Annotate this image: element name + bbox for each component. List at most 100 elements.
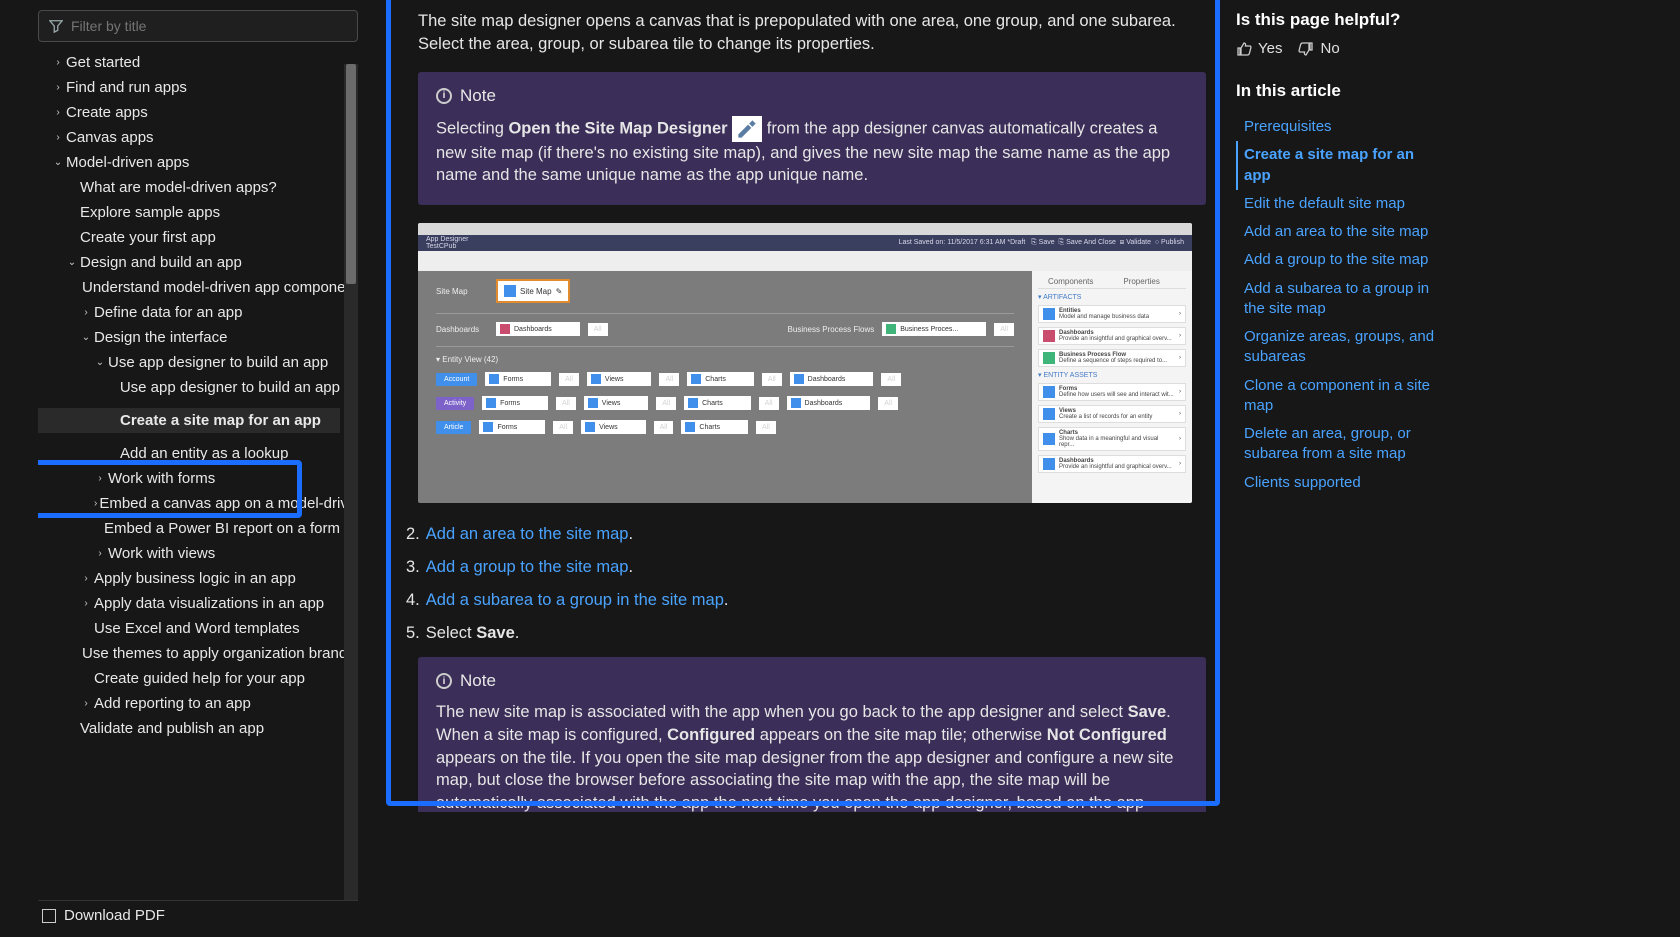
note-title: Note [460,86,496,106]
nav-item[interactable]: Explore sample apps [38,200,340,225]
nav-item[interactable]: ›Get started [38,50,340,75]
nav-item[interactable]: ⌄Model-driven apps [38,150,340,175]
nav-item-label: Canvas apps [66,129,154,146]
nav-item-label: Validate and publish an app [80,720,264,737]
nav-scrollbar[interactable] [344,64,358,900]
link-add-area[interactable]: Add an area to the site map [426,525,629,543]
nav-item[interactable]: ›Define data for an app [38,300,340,325]
toc-item[interactable]: Edit the default site map [1236,190,1436,218]
helpful-heading: Is this page helpful? [1236,10,1436,30]
nav-item[interactable]: ›Canvas apps [38,125,340,150]
note-box-2: i Note The new site map is associated wi… [418,657,1206,812]
toc-item[interactable]: Add a subarea to a group in the site map [1236,275,1436,324]
nav-item[interactable]: Validate and publish an app [38,716,340,741]
nav-item[interactable]: ⌄Design the interface [38,325,340,350]
note-header: i Note [436,86,1188,106]
chevron-icon: › [52,107,64,118]
nav-item-label: Design the interface [94,329,227,346]
nav-item[interactable]: ⌄Design and build an app [38,250,340,275]
nav-item-label: Get started [66,54,140,71]
nav-item[interactable]: Use Excel and Word templates [38,616,340,641]
thumbs-up-icon [1236,41,1252,57]
nav-item[interactable]: Use app designer to build an app [38,375,340,400]
toc-item[interactable]: Create a site map for an app [1236,141,1436,190]
download-pdf[interactable]: Download PDF [38,900,358,930]
nav-item[interactable]: Create guided help for your app [38,666,340,691]
nav-item[interactable]: ›Add reporting to an app [38,691,340,716]
nav-item-label: Use Excel and Word templates [94,620,300,637]
thumbs-down-icon [1298,41,1314,57]
nav-item[interactable] [38,433,340,441]
nav-item[interactable]: Embed a Power BI report on a form [38,516,340,541]
intro-paragraph: The site map designer opens a canvas tha… [418,10,1206,56]
chevron-icon: › [52,57,64,68]
nav-item[interactable]: Use themes to apply organization brandin… [38,641,340,666]
nav-item[interactable]: ›Embed a canvas app on a model-driven fo… [38,491,340,516]
nav-item-label: Embed a canvas app on a model-driven for… [99,495,358,512]
filter-icon [49,19,63,33]
nav-item[interactable] [38,400,340,408]
nav-item[interactable]: ⌄Use app designer to build an app [38,350,340,375]
toc-item[interactable]: Organize areas, groups, and subareas [1236,323,1436,372]
nav-item-label: Apply data visualizations in an app [94,595,324,612]
scrollbar-thumb[interactable] [346,64,356,284]
nav-item-label: Work with forms [108,470,215,487]
chevron-icon: ⌄ [80,332,92,343]
nav-item[interactable]: ›Apply business logic in an app [38,566,340,591]
nav-item[interactable]: ›Work with views [38,541,340,566]
nav-item-label: Create apps [66,104,148,121]
toc-item[interactable]: Prerequisites [1236,113,1436,141]
nav-item-label: Design and build an app [80,254,242,271]
chevron-icon: › [94,548,106,559]
nav-item-label: Apply business logic in an app [94,570,296,587]
nav-item-label: Work with views [108,545,215,562]
chevron-icon: ⌄ [52,157,64,168]
nav-item[interactable]: ›Find and run apps [38,75,340,100]
note-box-1: i Note Selecting Open the Site Map Desig… [418,72,1206,206]
chevron-icon: ⌄ [94,357,106,368]
app-designer-screenshot: App DesignerTestCPub Last Saved on: 11/5… [418,223,1192,503]
nav-item[interactable]: ›Work with forms [38,466,340,491]
nav-item-label: Embed a Power BI report on a form [104,520,340,537]
feedback-row: Yes No [1236,40,1436,57]
nav-item-label: Model-driven apps [66,154,189,171]
chevron-icon: › [94,498,97,509]
chevron-icon: › [94,473,106,484]
steps-list: 2.Add an area to the site map. 3.Add a g… [406,525,1206,643]
nav-item[interactable]: ›Apply data visualizations in an app [38,591,340,616]
link-add-group[interactable]: Add a group to the site map [426,558,629,576]
toc-item[interactable]: Add an area to the site map [1236,218,1436,246]
feedback-yes[interactable]: Yes [1236,40,1282,57]
chevron-icon: › [52,82,64,93]
nav-item-label: Create your first app [80,229,216,246]
nav-item[interactable]: Create a site map for an app [38,408,340,433]
nav-item-label: What are model-driven apps? [80,179,277,196]
nav-item[interactable]: Add an entity as a lookup [38,441,340,466]
nav-item-label: Find and run apps [66,79,187,96]
nav-item-label: Use app designer to build an app [108,354,328,371]
nav-item[interactable]: Understand model-driven app components [38,275,340,300]
toc-item[interactable]: Delete an area, group, or subarea from a… [1236,420,1436,469]
nav-item-label: Create a site map for an app [120,412,321,429]
nav-item-label: Understand model-driven app components [82,279,358,296]
left-sidebar: ›Get started›Find and run apps›Create ap… [38,10,358,930]
toc-item[interactable]: Clients supported [1236,469,1436,497]
link-add-subarea[interactable]: Add a subarea to a group in the site map [426,591,724,609]
nav-item[interactable]: What are model-driven apps? [38,175,340,200]
info-icon: i [436,88,452,104]
nav-item-label: Add reporting to an app [94,695,251,712]
nav-tree: ›Get started›Find and run apps›Create ap… [38,50,358,900]
chevron-icon: › [52,132,64,143]
nav-item[interactable]: Create your first app [38,225,340,250]
chevron-icon: ⌄ [66,257,78,268]
toc-item[interactable]: Clone a component in a site map [1236,372,1436,421]
nav-item-label: Explore sample apps [80,204,220,221]
nav-item-label: Define data for an app [94,304,242,321]
nav-item[interactable]: ›Create apps [38,100,340,125]
feedback-no[interactable]: No [1298,40,1339,57]
chevron-icon: › [80,698,92,709]
toc-item[interactable]: Add a group to the site map [1236,246,1436,274]
filter-box[interactable] [38,10,358,42]
filter-input[interactable] [71,18,347,34]
toc-heading: In this article [1236,81,1436,101]
